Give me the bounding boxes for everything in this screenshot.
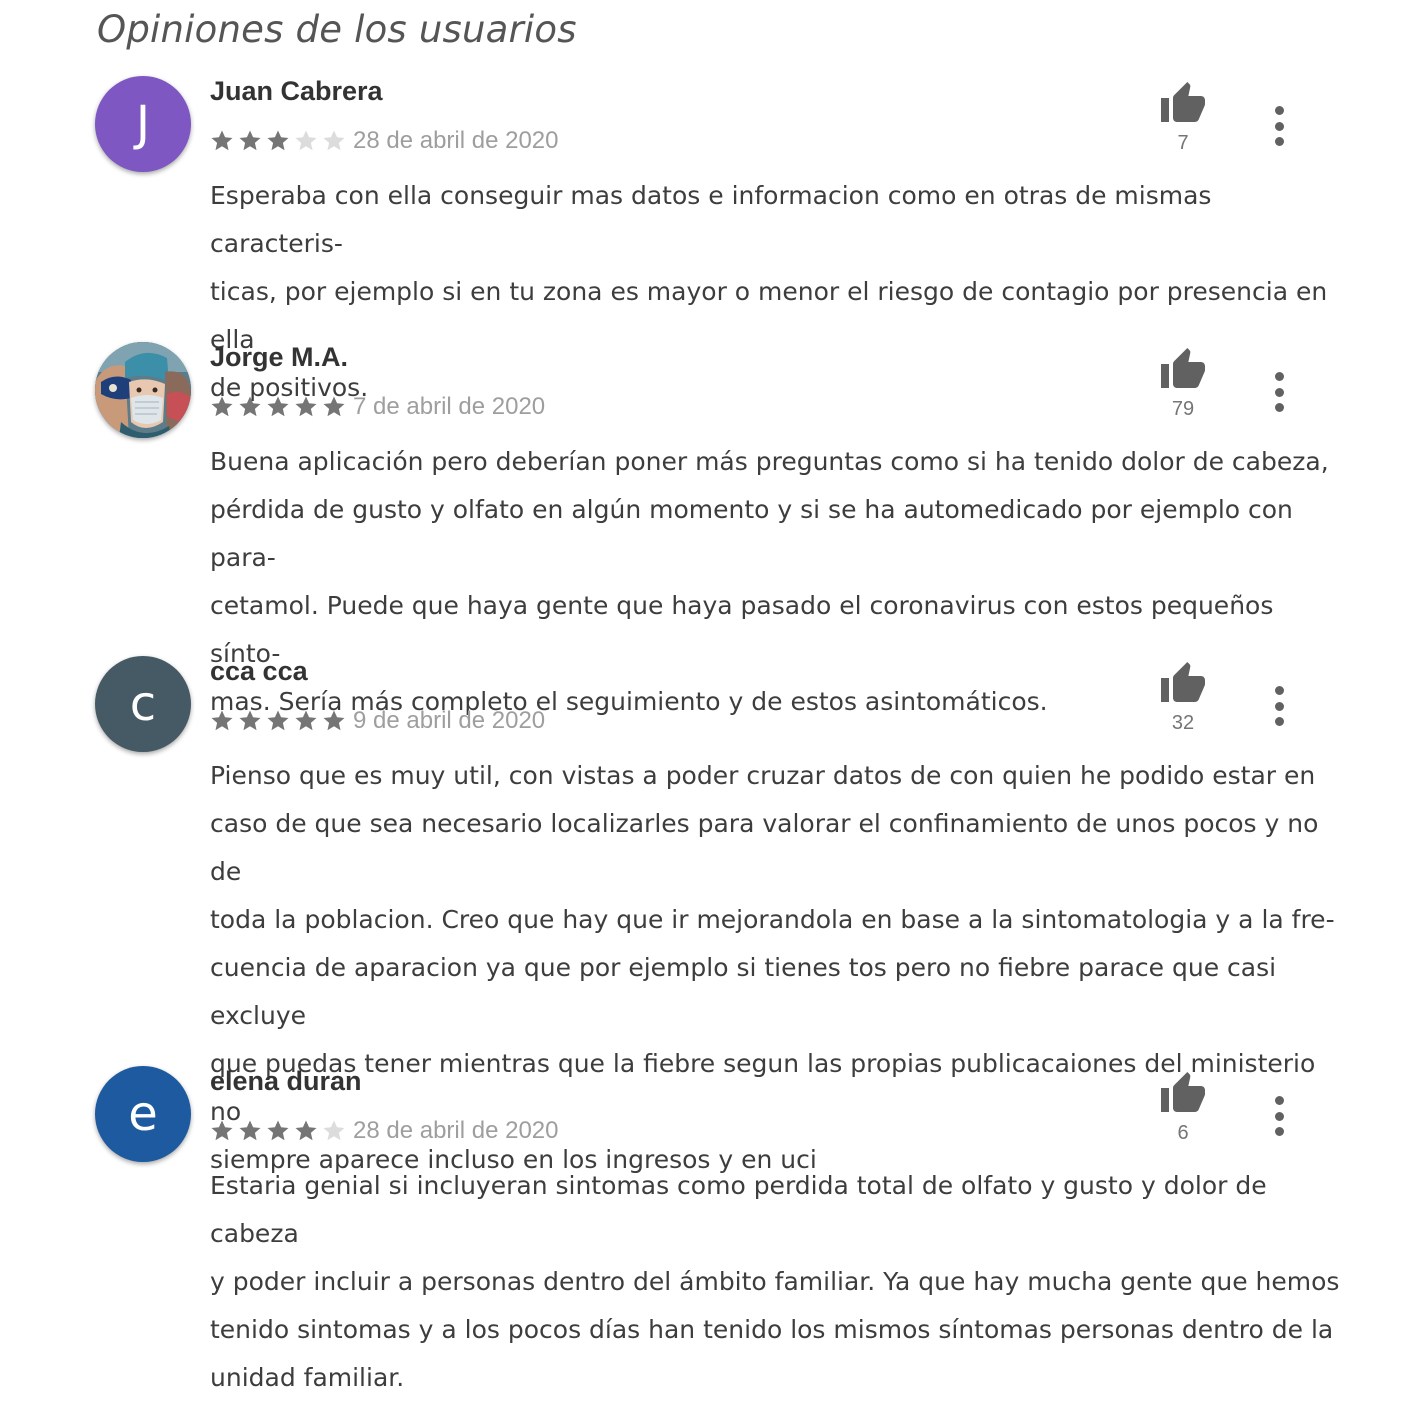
star-filled-icon: [239, 1120, 261, 1141]
star-filled-icon: [211, 1120, 233, 1141]
menu-dot: [1274, 121, 1284, 131]
star-filled-icon: [323, 396, 345, 417]
avatar-letter: c: [129, 676, 157, 732]
reviewer-name: cca cca: [210, 656, 308, 686]
star-filled-icon: [211, 130, 233, 151]
star-empty-icon: [323, 130, 345, 151]
helpful-count: 6: [1177, 1122, 1189, 1144]
reviewer-name: Jorge M.A.: [210, 342, 349, 372]
star-filled-icon: [239, 710, 261, 731]
menu-dot: [1274, 1096, 1284, 1105]
star-filled-icon: [211, 710, 233, 731]
thumbs-up-icon: [1158, 660, 1208, 708]
helpful-button[interactable]: 79: [1158, 346, 1208, 421]
menu-dot: [1274, 403, 1284, 412]
section-title: Opiniones de los usuarios: [97, 8, 577, 51]
menu-dot: [1274, 1111, 1284, 1121]
menu-dot: [1274, 372, 1284, 381]
more-options-icon[interactable]: [1262, 1096, 1296, 1136]
menu-dot: [1274, 387, 1284, 397]
review-date: 28 de abril de 2020: [353, 1117, 559, 1144]
review-text: Estaria genial si incluyeran sintomas co…: [210, 1171, 1340, 1392]
helpful-button[interactable]: 6: [1158, 1070, 1208, 1145]
star-filled-icon: [267, 130, 289, 151]
star-rating: [210, 129, 350, 153]
thumbs-up-icon: [1158, 1070, 1208, 1118]
star-filled-icon: [211, 396, 233, 417]
rating-row: 9 de abril de 2020: [210, 706, 545, 736]
star-filled-icon: [267, 396, 289, 417]
menu-dot: [1274, 137, 1284, 146]
helpful-button[interactable]: 32: [1158, 660, 1208, 735]
review-date: 28 de abril de 2020: [353, 127, 559, 154]
menu-dot: [1274, 717, 1284, 726]
star-filled-icon: [239, 396, 261, 417]
avatar: c: [95, 656, 191, 752]
rating-row: 28 de abril de 2020: [210, 1116, 559, 1146]
avatar: J: [95, 76, 191, 172]
menu-dot: [1274, 686, 1284, 695]
avatar-letter: J: [135, 96, 151, 152]
more-options-icon[interactable]: [1262, 686, 1296, 726]
star-empty-icon: [295, 130, 317, 151]
star-filled-icon: [267, 710, 289, 731]
avatar-letter: e: [128, 1086, 158, 1142]
star-filled-icon: [323, 710, 345, 731]
avatar-image: [95, 342, 191, 438]
helpful-count: 32: [1171, 712, 1195, 734]
review-date: 7 de abril de 2020: [353, 393, 546, 420]
star-filled-icon: [295, 1120, 317, 1141]
rating-row: 28 de abril de 2020: [210, 126, 559, 156]
helpful-count: 7: [1177, 132, 1189, 154]
star-filled-icon: [239, 130, 261, 151]
helpful-count: 79: [1171, 398, 1195, 420]
review-date: 9 de abril de 2020: [353, 707, 546, 734]
star-filled-icon: [267, 1120, 289, 1141]
helpful-button[interactable]: 7: [1158, 80, 1208, 155]
thumbs-up-icon: [1158, 346, 1208, 394]
menu-dot: [1274, 106, 1284, 115]
more-options-icon[interactable]: [1262, 372, 1296, 412]
menu-dot: [1274, 1127, 1284, 1136]
star-rating: [210, 1119, 350, 1143]
avatar: [95, 342, 191, 438]
more-options-icon[interactable]: [1262, 106, 1296, 146]
thumbs-up-icon: [1158, 80, 1208, 128]
star-rating: [210, 395, 350, 419]
star-rating: [210, 709, 350, 733]
star-empty-icon: [323, 1120, 345, 1141]
star-filled-icon: [295, 396, 317, 417]
rating-row: 7 de abril de 2020: [210, 392, 545, 422]
reviewer-name: Juan Cabrera: [210, 76, 383, 106]
avatar: e: [95, 1066, 191, 1162]
menu-dot: [1274, 701, 1284, 711]
star-filled-icon: [295, 710, 317, 731]
reviewer-name: elena duran: [210, 1066, 362, 1096]
